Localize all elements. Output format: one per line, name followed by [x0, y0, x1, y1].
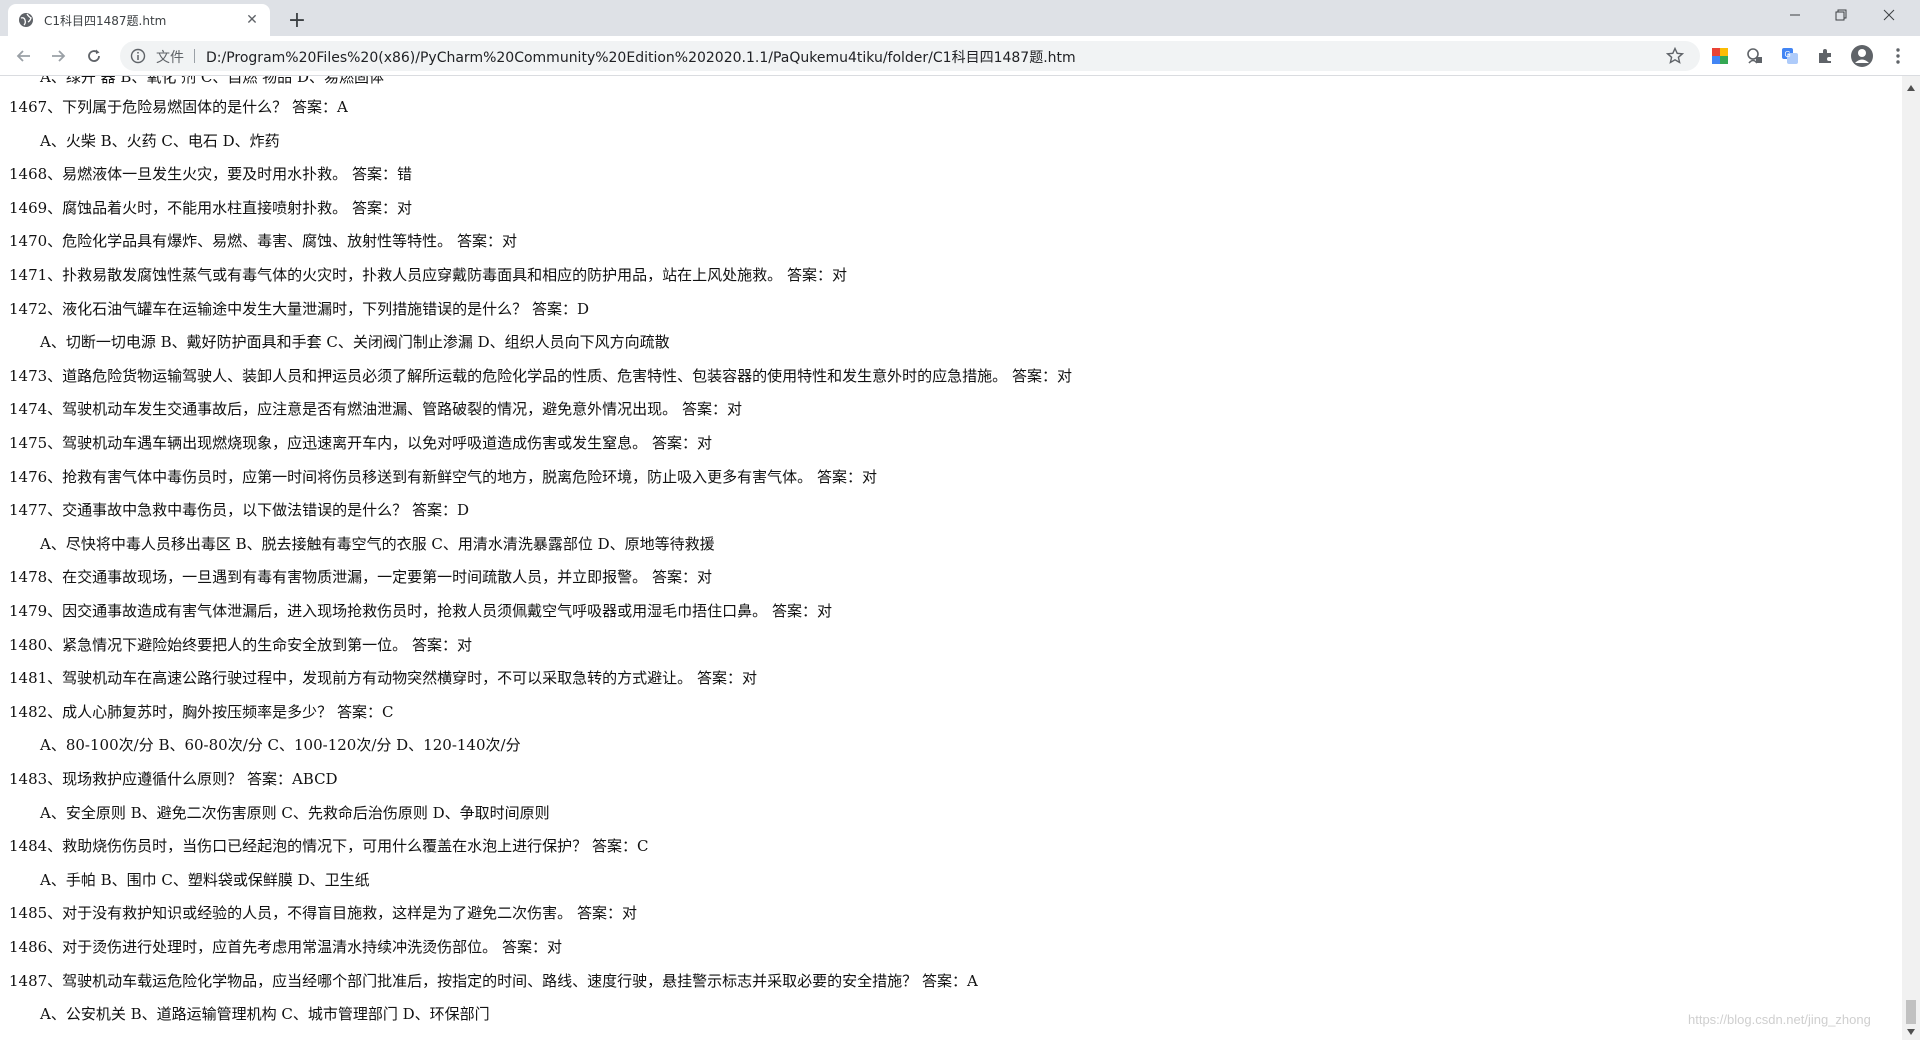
- question-line: 1471、扑救易散发腐蚀性蒸气或有毒气体的火灾时，扑救人员应穿戴防毒面具和相应的…: [9, 266, 847, 284]
- active-tab[interactable]: C1科目四1487题.htm ✕: [8, 4, 270, 36]
- more-menu-icon[interactable]: [1888, 46, 1908, 66]
- question-line: 1486、对于烫伤进行处理时，应首先考虑用常温清水持续冲洗烫伤部位。 答案：对: [9, 938, 562, 956]
- translate-icon[interactable]: G: [1780, 46, 1800, 66]
- profile-avatar-icon[interactable]: [1850, 44, 1874, 68]
- tab-title: C1科目四1487题.htm: [44, 13, 167, 28]
- address-bar[interactable]: 文件 D:/Program%20Files%20(x86)/PyCharm%20…: [120, 41, 1700, 71]
- question-line: 1483、现场救护应遵循什么原则？ 答案：ABCD: [9, 770, 338, 788]
- option-line: A、切断一切电源 B、戴好防护面具和手套 C、关闭阀门制止渗漏 D、组织人员向下…: [40, 333, 670, 351]
- question-line: 1484、救助烧伤伤员时，当伤口已经起泡的情况下，可用什么覆盖在水泡上进行保护？…: [9, 837, 649, 855]
- option-line: A、火柴 B、火药 C、电石 D、炸药: [40, 132, 280, 150]
- question-line: 1477、交通事故中急救中毒伤员，以下做法错误的是什么？ 答案：D: [9, 501, 469, 519]
- svg-text:G: G: [1785, 50, 1791, 59]
- question-line: 1487、驾驶机动车载运危险化学物品，应当经哪个部门批准后，按指定的时间、路线、…: [9, 972, 978, 990]
- watermark: https://blog.csdn.net/jing_zhong: [1688, 1012, 1871, 1027]
- extensions-puzzle-icon[interactable]: [1815, 46, 1835, 66]
- restore-icon[interactable]: [1818, 0, 1864, 30]
- minimize-icon[interactable]: [1772, 0, 1818, 30]
- cut-off-line: A、绿开 器 B、氧化 剂 C、自燃 物品 D、易燃固体: [40, 76, 384, 86]
- question-line: 1482、成人心肺复苏时，胸外按压频率是多少？ 答案：C: [9, 703, 394, 721]
- question-line: 1478、在交通事故现场，一旦遇到有毒有害物质泄漏，一定要第一时间疏散人员，并立…: [9, 568, 712, 586]
- url-text[interactable]: D:/Program%20Files%20(x86)/PyCharm%20Com…: [206, 47, 1076, 67]
- vertical-scrollbar[interactable]: [1902, 76, 1920, 1040]
- info-icon[interactable]: [130, 48, 146, 64]
- scroll-down-arrow-icon[interactable]: [1902, 1026, 1920, 1038]
- new-tab-icon[interactable]: +: [284, 7, 310, 33]
- question-line: 1479、因交通事故造成有害气体泄漏后，进入现场抢救伤员时，抢救人员须佩戴空气呼…: [9, 602, 832, 620]
- question-line: 1476、抢救有害气体中毒伤员时，应第一时间将伤员移送到有新鲜空气的地方，脱离危…: [9, 468, 877, 486]
- color-extension-icon[interactable]: [1710, 46, 1730, 66]
- question-line: 1474、驾驶机动车发生交通事故后，应注意是否有燃油泄漏、管路破裂的情况，避免意…: [9, 400, 742, 418]
- bookmark-star-icon[interactable]: [1665, 46, 1685, 65]
- forward-arrow-icon[interactable]: [44, 42, 72, 70]
- option-line: A、安全原则 B、避免二次伤害原则 C、先救命后治伤原则 D、争取时间原则: [40, 804, 550, 822]
- back-arrow-icon[interactable]: [10, 42, 38, 70]
- browser-toolbar: 文件 D:/Program%20Files%20(x86)/PyCharm%20…: [0, 36, 1920, 76]
- question-line: 1480、紧急情况下避险始终要把人的生命安全放到第一位。 答案：对: [9, 636, 472, 654]
- question-line: 1470、危险化学品具有爆炸、易燃、毒害、腐蚀、放射性等特性。 答案：对: [9, 232, 517, 250]
- question-line: 1469、腐蚀品着火时，不能用水柱直接喷射扑救。 答案：对: [9, 199, 412, 217]
- globe-icon: [18, 12, 34, 28]
- scroll-thumb[interactable]: [1906, 1000, 1916, 1024]
- omnibox-separator: [194, 49, 195, 63]
- window-close-icon[interactable]: [1866, 0, 1912, 30]
- reload-icon[interactable]: [80, 42, 108, 70]
- tab-strip: C1科目四1487题.htm ✕ +: [0, 0, 1920, 36]
- question-line: 1475、驾驶机动车遇车辆出现燃烧现象，应迅速离开车内，以免对呼吸道造成伤害或发…: [9, 434, 712, 452]
- page-content: A、绿开 器 B、氧化 剂 C、自燃 物品 D、易燃固体 1467、下列属于危险…: [0, 76, 1902, 1040]
- option-line: A、公安机关 B、道路运输管理机构 C、城市管理部门 D、环保部门: [40, 1005, 490, 1023]
- question-line: 1472、液化石油气罐车在运输途中发生大量泄漏时，下列措施错误的是什么？ 答案：…: [9, 300, 589, 318]
- option-line: A、80-100次/分 B、60-80次/分 C、100-120次/分 D、12…: [40, 736, 521, 754]
- question-line: 1468、易燃液体一旦发生火灾，要及时用水扑救。 答案：错: [9, 165, 412, 183]
- option-line: A、尽快将中毒人员移出毒区 B、脱去接触有毒空气的衣服 C、用清水清洗暴露部位 …: [40, 535, 715, 553]
- question-line: 1473、道路危险货物运输驾驶人、装卸人员和押运员必须了解所运载的危险化学品的性…: [9, 367, 1072, 385]
- question-line: 1485、对于没有救护知识或经验的人员，不得盲目施救，这样是为了避免二次伤害。 …: [9, 904, 637, 922]
- option-line: A、手帕 B、围巾 C、塑料袋或保鲜膜 D、卫生纸: [40, 871, 370, 889]
- question-line: 1467、下列属于危险易燃固体的是什么？ 答案：A: [9, 98, 348, 116]
- scroll-up-arrow-icon[interactable]: [1902, 82, 1920, 94]
- extension-badge-icon[interactable]: [1744, 46, 1764, 66]
- scheme-label: 文件: [156, 50, 184, 66]
- tab-close-icon[interactable]: ✕: [244, 12, 260, 28]
- question-line: 1481、驾驶机动车在高速公路行驶过程中，发现前方有动物突然横穿时，不可以采取急…: [9, 669, 757, 687]
